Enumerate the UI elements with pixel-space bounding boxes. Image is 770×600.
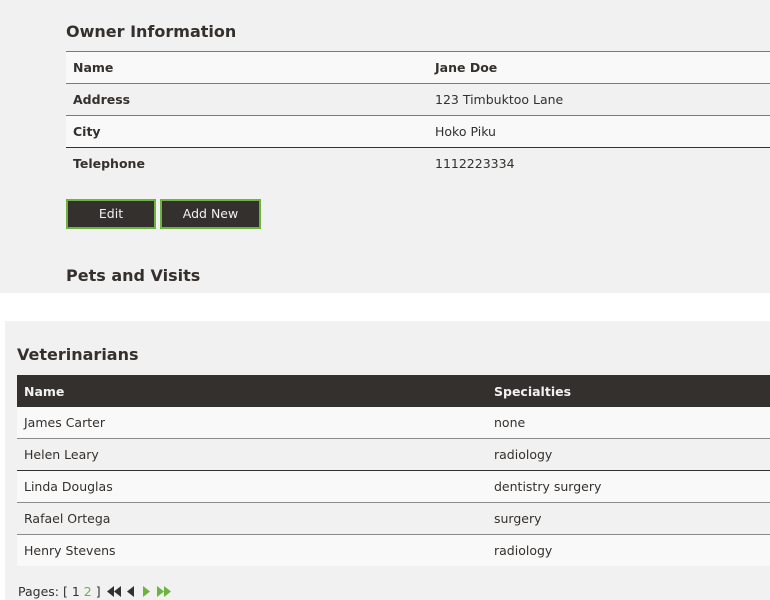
- table-row: James Carter none: [17, 407, 770, 439]
- pager-close: ]: [95, 584, 101, 599]
- owner-panel: Owner Information Name Jane Doe Address …: [0, 0, 770, 293]
- current-page: 1: [71, 584, 80, 599]
- vets-heading: Veterinarians: [17, 345, 139, 364]
- table-row: Henry Stevens radiology: [17, 534, 770, 566]
- row-value: 123 Timbuktoo Lane: [428, 83, 770, 116]
- edit-owner-button[interactable]: Edit Owner: [66, 199, 156, 247]
- vet-specialties: none: [487, 407, 770, 439]
- vet-name: Linda Douglas: [17, 470, 487, 503]
- table-row: Name Jane Doe: [66, 51, 770, 84]
- column-header-specialties: Specialties: [487, 375, 770, 407]
- vet-specialties: radiology: [487, 438, 770, 471]
- row-label: City: [66, 115, 428, 148]
- pets-visits-heading: Pets and Visits: [66, 266, 201, 285]
- row-label: Telephone: [66, 147, 428, 179]
- owner-heading: Owner Information: [66, 22, 237, 41]
- step-forward-icon[interactable]: [141, 585, 151, 600]
- owner-info-table: Name Jane Doe Address 123 Timbuktoo Lane…: [66, 51, 770, 179]
- vet-name: James Carter: [17, 407, 487, 439]
- table-row: Linda Douglas dentistry surgery: [17, 470, 770, 503]
- pager-label: Pages: [: [18, 584, 68, 599]
- pagination: Pages: [ 1 2 ]: [18, 584, 171, 600]
- table-header-row: Name Specialties: [17, 375, 770, 407]
- row-label: Name: [66, 51, 428, 84]
- vet-specialties: dentistry surgery: [487, 470, 770, 503]
- page-2-link[interactable]: 2: [84, 584, 92, 599]
- row-value: 1112223334: [428, 147, 770, 179]
- vet-specialties: radiology: [487, 534, 770, 566]
- vets-table: Name Specialties James Carter none Helen…: [17, 375, 770, 566]
- table-row: Rafael Ortega surgery: [17, 502, 770, 535]
- vet-name: Henry Stevens: [17, 534, 487, 566]
- fast-backward-icon[interactable]: [106, 585, 121, 600]
- step-backward-icon[interactable]: [126, 585, 135, 600]
- fast-forward-icon[interactable]: [156, 585, 171, 600]
- table-row: Helen Leary radiology: [17, 438, 770, 471]
- table-row: Address 123 Timbuktoo Lane: [66, 83, 770, 116]
- add-new-pet-button[interactable]: Add New Pet: [160, 199, 261, 247]
- row-value: Hoko Piku: [428, 115, 770, 148]
- row-value: Jane Doe: [428, 51, 770, 84]
- vet-specialties: surgery: [487, 502, 770, 535]
- table-row: Telephone 1112223334: [66, 147, 770, 179]
- table-row: City Hoko Piku: [66, 115, 770, 148]
- vet-name: Helen Leary: [17, 438, 487, 471]
- row-label: Address: [66, 83, 428, 116]
- column-header-name: Name: [17, 375, 487, 407]
- vet-name: Rafael Ortega: [17, 502, 487, 535]
